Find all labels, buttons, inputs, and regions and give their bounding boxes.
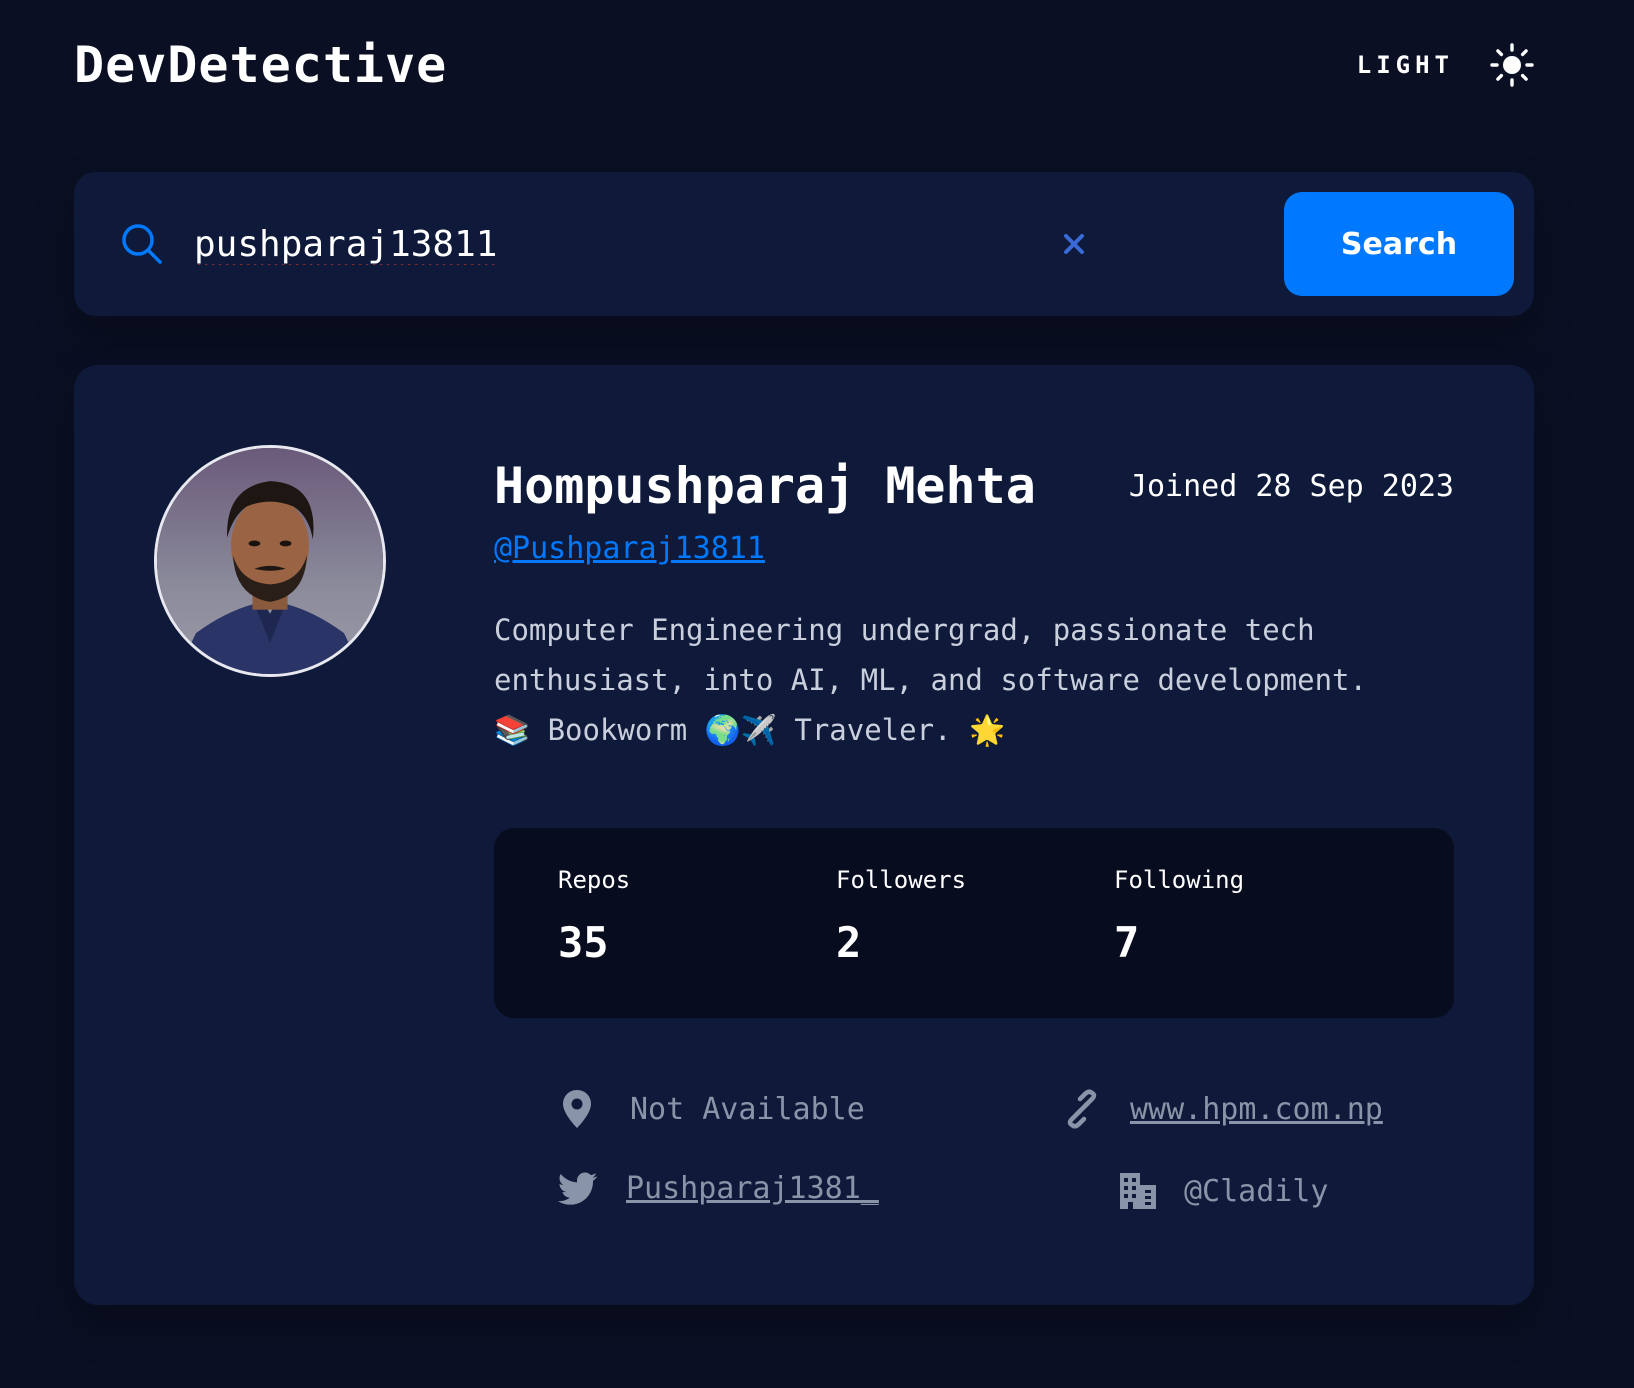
stats-panel: Repos 35 Followers 2 Following 7 — [494, 828, 1454, 1018]
company-item: @Cladily — [1118, 1171, 1329, 1211]
theme-toggle-label: LIGHT — [1356, 51, 1454, 79]
search-input[interactable] — [194, 216, 834, 272]
bio-line: enthusiast, into AI, ML, and software de… — [494, 663, 1367, 697]
website-item: www.hpm.com.np — [1062, 1089, 1383, 1129]
twitter-item: Pushparaj1381_ — [558, 1171, 879, 1206]
location-text: Not Available — [630, 1091, 865, 1127]
stat-value: 35 — [558, 918, 609, 967]
bio-line: Computer Engineering undergrad, passiona… — [494, 613, 1315, 647]
link-icon — [1062, 1089, 1102, 1129]
stat-label: Repos — [558, 866, 631, 894]
bio-line: 📚 Bookworm 🌍✈️ Traveler. 🌟 — [494, 713, 1006, 747]
header: DevDetective LIGHT — [74, 30, 1534, 100]
app-logo: DevDetective — [74, 36, 448, 94]
location-pin-icon — [562, 1089, 592, 1129]
stat-label: Following — [1114, 866, 1245, 894]
building-icon — [1118, 1171, 1158, 1211]
search-bar: Search — [74, 172, 1534, 316]
profile-name: Hompushparaj Mehta — [494, 457, 1036, 515]
joined-date: Joined 28 Sep 2023 — [1128, 469, 1454, 504]
stat-value: 2 — [836, 918, 862, 967]
twitter-icon — [558, 1172, 598, 1206]
theme-toggle[interactable]: LIGHT — [1357, 30, 1534, 100]
stat-value: 7 — [1114, 918, 1140, 967]
stat-label: Followers — [836, 866, 967, 894]
stat-repos: Repos 35 — [558, 866, 630, 967]
stat-following: Following 7 — [1114, 866, 1244, 967]
website-link[interactable]: www.hpm.com.np — [1130, 1092, 1383, 1127]
twitter-link[interactable]: Pushparaj1381_ — [626, 1171, 879, 1206]
company-text: @Cladily — [1184, 1173, 1329, 1209]
profile-username-link[interactable]: @Pushparaj13811 — [494, 531, 765, 566]
profile-card: Hompushparaj Mehta Joined 28 Sep 2023 @P… — [74, 365, 1534, 1305]
sun-icon — [1490, 43, 1534, 87]
dev-detective-page: DevDetective LIGHT pushparaj13811 Search… — [0, 0, 1634, 1388]
avatar — [154, 445, 386, 677]
search-button[interactable]: Search — [1284, 192, 1514, 296]
location-item: Not Available — [562, 1089, 865, 1129]
stat-followers: Followers 2 — [836, 866, 966, 967]
profile-bio: Computer Engineering undergrad, passiona… — [494, 605, 1454, 755]
